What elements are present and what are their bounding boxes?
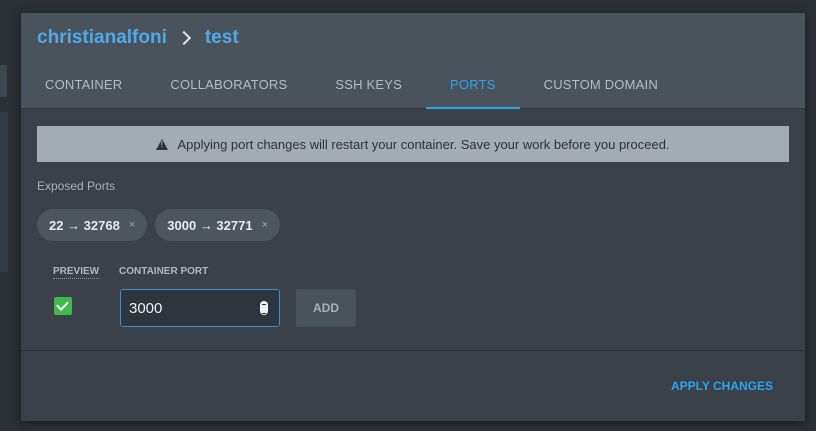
port-chip-label: 22 → 32768 xyxy=(49,217,120,233)
tab-container[interactable]: CONTAINER xyxy=(21,67,146,109)
tab-custom-domain[interactable]: CUSTOM DOMAIN xyxy=(520,67,682,109)
container-port-label: CONTAINER PORT xyxy=(119,266,209,277)
stepper-icon[interactable] xyxy=(260,301,268,315)
settings-modal: christianalfoni test CONTAINER COLLABORA… xyxy=(21,13,805,421)
warning-triangle-icon xyxy=(156,138,169,150)
preview-label: PREVIEW xyxy=(53,266,100,279)
container-port-input[interactable] xyxy=(120,289,280,327)
background xyxy=(0,0,816,12)
add-port-button[interactable]: ADD xyxy=(296,289,356,327)
chevron-right-icon xyxy=(176,30,191,46)
exposed-ports-list: 22 → 32768 × 3000 → 32771 × xyxy=(37,209,288,241)
exposed-ports-label: Exposed Ports xyxy=(37,179,116,193)
tab-ssh-keys[interactable]: SSH KEYS xyxy=(311,67,426,109)
background-sidebar-panel xyxy=(0,112,8,272)
port-chip-label: 3000 → 32771 xyxy=(167,217,253,233)
divider xyxy=(21,350,805,351)
preview-checkbox[interactable] xyxy=(54,297,72,315)
apply-changes-button[interactable]: APPLY CHANGES xyxy=(671,375,773,397)
port-chip: 22 → 32768 × xyxy=(37,209,148,241)
tab-collaborators[interactable]: COLLABORATORS xyxy=(146,67,311,109)
port-chip: 3000 → 32771 × xyxy=(155,209,281,241)
close-icon[interactable]: × xyxy=(129,219,135,231)
tab-ports[interactable]: PORTS xyxy=(426,67,520,109)
warning-banner: Applying port changes will restart your … xyxy=(37,126,789,162)
background-sidebar-tab xyxy=(0,65,7,97)
breadcrumb-project[interactable]: test xyxy=(205,27,239,49)
breadcrumb: christianalfoni test xyxy=(37,25,239,51)
tab-bar: CONTAINER COLLABORATORS SSH KEYS PORTS C… xyxy=(21,67,682,109)
modal-header: christianalfoni test CONTAINER COLLABORA… xyxy=(21,13,805,109)
breadcrumb-owner[interactable]: christianalfoni xyxy=(37,27,167,49)
warning-text: Applying port changes will restart your … xyxy=(177,136,670,152)
close-icon[interactable]: × xyxy=(262,219,268,231)
